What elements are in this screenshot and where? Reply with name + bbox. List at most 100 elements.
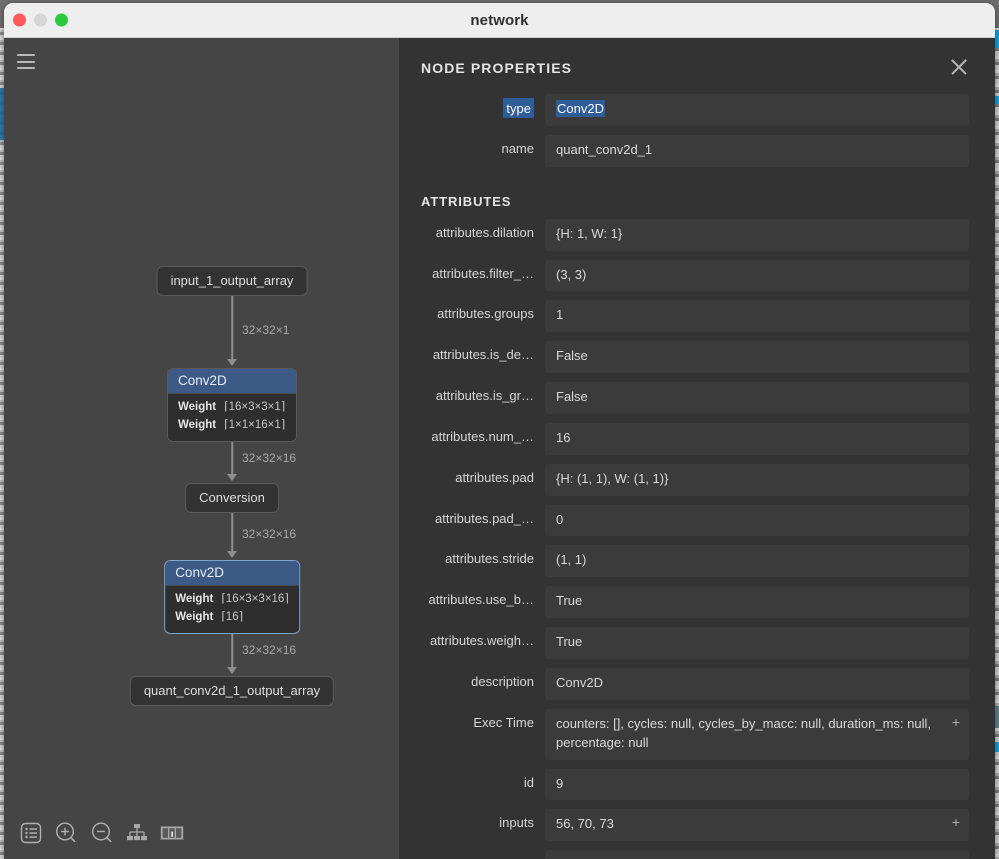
property-row: attributes.is_gr… False: [421, 382, 969, 414]
field-type-value[interactable]: Conv2D: [545, 94, 969, 126]
field-name-value[interactable]: quant_conv2d_1: [545, 134, 969, 167]
attribute-id-label: id: [523, 774, 534, 790]
attribute-attributes-groups-value[interactable]: 1: [545, 300, 969, 333]
property-row: type Conv2D: [421, 94, 969, 126]
graph-node-attribute-value: ⌈16⌉: [221, 610, 244, 623]
graph-node-attribute-key: Weight: [175, 593, 214, 605]
graph-edge: [231, 509, 233, 552]
window-maximize-button[interactable]: [55, 13, 68, 27]
attribute-inputs-value[interactable]: 56, 70, 73 +: [545, 809, 969, 842]
traffic-light-group: [13, 13, 68, 27]
graph-node-conversion[interactable]: Conversion: [185, 483, 279, 513]
graph-node-input_array[interactable]: input_1_output_array: [156, 266, 308, 296]
app-body: 32×32×1 32×32×16 32×32×16 32×32×16 input_1_o…: [4, 38, 995, 859]
attribute-attributes-pad-value[interactable]: 0: [545, 504, 969, 537]
graph-node-attribute-row: Weight ⌈16×3×3×16⌉: [175, 591, 289, 609]
attribute-attributes-weigh-value[interactable]: True: [545, 627, 969, 659]
field-name-label: name: [501, 140, 534, 156]
node-properties-panel: NODE PROPERTIES type Conv2D name quant_conv…: [399, 38, 995, 859]
attribute-attributes-is-de-value[interactable]: False: [545, 341, 969, 374]
attribute-attributes-dilation-value[interactable]: {H: 1, W: 1}: [545, 218, 969, 251]
graph-node-body: Weight ⌈16×3×3×1⌉ Weight ⌈1×1×16×1⌉: [168, 394, 296, 441]
graph-node-output_array[interactable]: quant_conv2d_1_output_array: [129, 676, 335, 706]
attribute-attributes-is-gr-label: attributes.is_gr…: [435, 388, 534, 404]
window-minimize-button[interactable]: [34, 13, 47, 27]
attributes-field-list: attributes.dilation {H: 1, W: 1} attribute…: [399, 218, 995, 859]
graph-node-conv2d_0[interactable]: Conv2D Weight ⌈16×3×3×1⌉ Weight ⌈1×1×16×1⌉: [167, 368, 297, 442]
graph-edge-label: 32×32×16: [242, 451, 297, 465]
zoom-out-icon[interactable]: [90, 821, 114, 845]
graph-node-title: Conv2D: [165, 561, 299, 586]
hierarchy-icon[interactable]: [126, 823, 148, 843]
graph-toolbar: [4, 807, 399, 859]
property-row: attributes.weigh… True: [421, 627, 969, 659]
graph-edge-arrow: [227, 667, 237, 674]
attributes-section-title: ATTRIBUTES: [421, 193, 512, 209]
attribute-attributes-num-value[interactable]: 16: [545, 422, 969, 455]
list-icon[interactable]: [20, 822, 42, 844]
grid-layout-icon[interactable]: [160, 824, 184, 842]
titlebar: network: [4, 3, 995, 38]
graph-canvas[interactable]: 32×32×1 32×32×16 32×32×16 32×32×16 input_1_o…: [4, 38, 399, 808]
property-row: attributes.pad {H: (1, 1), W: (1, 1)}: [421, 463, 969, 496]
close-icon[interactable]: [949, 57, 969, 77]
attribute-attributes-weigh-label: attributes.weigh…: [429, 633, 534, 649]
property-row: description Conv2D: [421, 667, 969, 700]
attribute-attributes-num-label: attributes.num_…: [431, 428, 534, 444]
property-row: attributes.groups 1: [421, 300, 969, 333]
graph-edge-label: 32×32×16: [242, 643, 297, 657]
window-close-button[interactable]: [13, 13, 26, 27]
graph-node-attribute-key: Weight: [178, 401, 217, 413]
attribute-attributes-is-gr-value[interactable]: False: [545, 382, 969, 414]
graph-node-attribute-row: Weight ⌈16×3×3×1⌉: [178, 399, 286, 417]
field-type-value-text: Conv2D: [556, 100, 605, 117]
page-title: NODE PROPERTIES: [421, 60, 573, 76]
attribute-attributes-stride-label: attributes.stride: [445, 551, 534, 567]
field-type-label[interactable]: type: [503, 98, 534, 118]
attribute-attributes-filter-value[interactable]: (3, 3): [545, 259, 969, 292]
property-row: attributes.is_de… False: [421, 341, 969, 374]
graph-node-attribute-value: ⌈16×3×3×1⌉: [224, 401, 286, 413]
property-row: attributes.dilation {H: 1, W: 1}: [421, 218, 969, 251]
graph-node-label: Conversion: [199, 490, 265, 505]
graph-edge-arrow: [227, 474, 237, 481]
attribute-attributes-groups-label: attributes.groups: [437, 306, 534, 322]
property-row: inputs 56, 70, 73 +: [421, 809, 969, 842]
attribute-macc-label: MACC: [421, 850, 545, 859]
attribute-attributes-use-b-value[interactable]: True: [545, 586, 969, 619]
graph-node-conv2d_1[interactable]: Conv2D Weight ⌈16×3×3×16⌉ Weight ⌈16⌉: [164, 560, 300, 634]
attribute-description-value[interactable]: Conv2D: [545, 667, 969, 700]
expand-icon[interactable]: +: [952, 815, 960, 829]
property-label-spacer: type: [421, 94, 545, 118]
attribute-attributes-dilation-label: attributes.dilation: [435, 224, 534, 240]
attribute-attributes-pad-label: attributes.pad_…: [434, 510, 534, 526]
node-properties-header: NODE PROPERTIES: [399, 38, 995, 94]
attribute-attributes-stride-value[interactable]: (1, 1): [545, 545, 969, 578]
attribute-attributes-pad-label: attributes.pad: [455, 469, 534, 485]
zoom-in-icon[interactable]: [54, 821, 78, 845]
graph-edge-label: 32×32×1: [242, 323, 290, 337]
graph-edge: [231, 294, 233, 360]
property-row: attributes.filter_… (3, 3): [421, 259, 969, 292]
graph-node-attribute-value: ⌈1×1×16×1⌉: [224, 418, 286, 431]
graph-edge-arrow: [227, 359, 237, 366]
attribute-id-value[interactable]: 9: [545, 768, 969, 801]
property-row: attributes.num_… 16: [421, 422, 969, 455]
network-viewer-window: network 32×32×1 32×32×16 32×32×16 32×32×16 i…: [4, 3, 995, 859]
property-row: id 9: [421, 768, 969, 801]
attribute-attributes-is-de-label: attributes.is_de…: [432, 347, 534, 363]
attribute-attributes-pad-value[interactable]: {H: (1, 1), W: (1, 1)}: [545, 463, 969, 496]
graph-node-attribute-row: Weight ⌈1×1×16×1⌉: [178, 417, 286, 435]
attribute-macc-value[interactable]: 2359312: [545, 850, 969, 859]
graph-node-label: quant_conv2d_1_output_array: [143, 683, 321, 698]
attribute-exec-time-value[interactable]: counters: [], cycles: null, cycles_by_ma…: [545, 708, 969, 760]
graph-node-attribute-row: Weight ⌈16⌉: [175, 609, 289, 627]
graph-edge-label: 32×32×16: [242, 527, 297, 541]
expand-icon[interactable]: +: [952, 715, 960, 729]
window-title: network: [470, 11, 529, 29]
attribute-exec-time-label: Exec Time: [473, 714, 534, 730]
attribute-description-label: description: [471, 673, 534, 689]
attribute-inputs-label: inputs: [499, 815, 534, 831]
graph-canvas-pane[interactable]: 32×32×1 32×32×16 32×32×16 32×32×16 input_1_o…: [4, 38, 399, 859]
property-row: attributes.use_b… True: [421, 586, 969, 619]
